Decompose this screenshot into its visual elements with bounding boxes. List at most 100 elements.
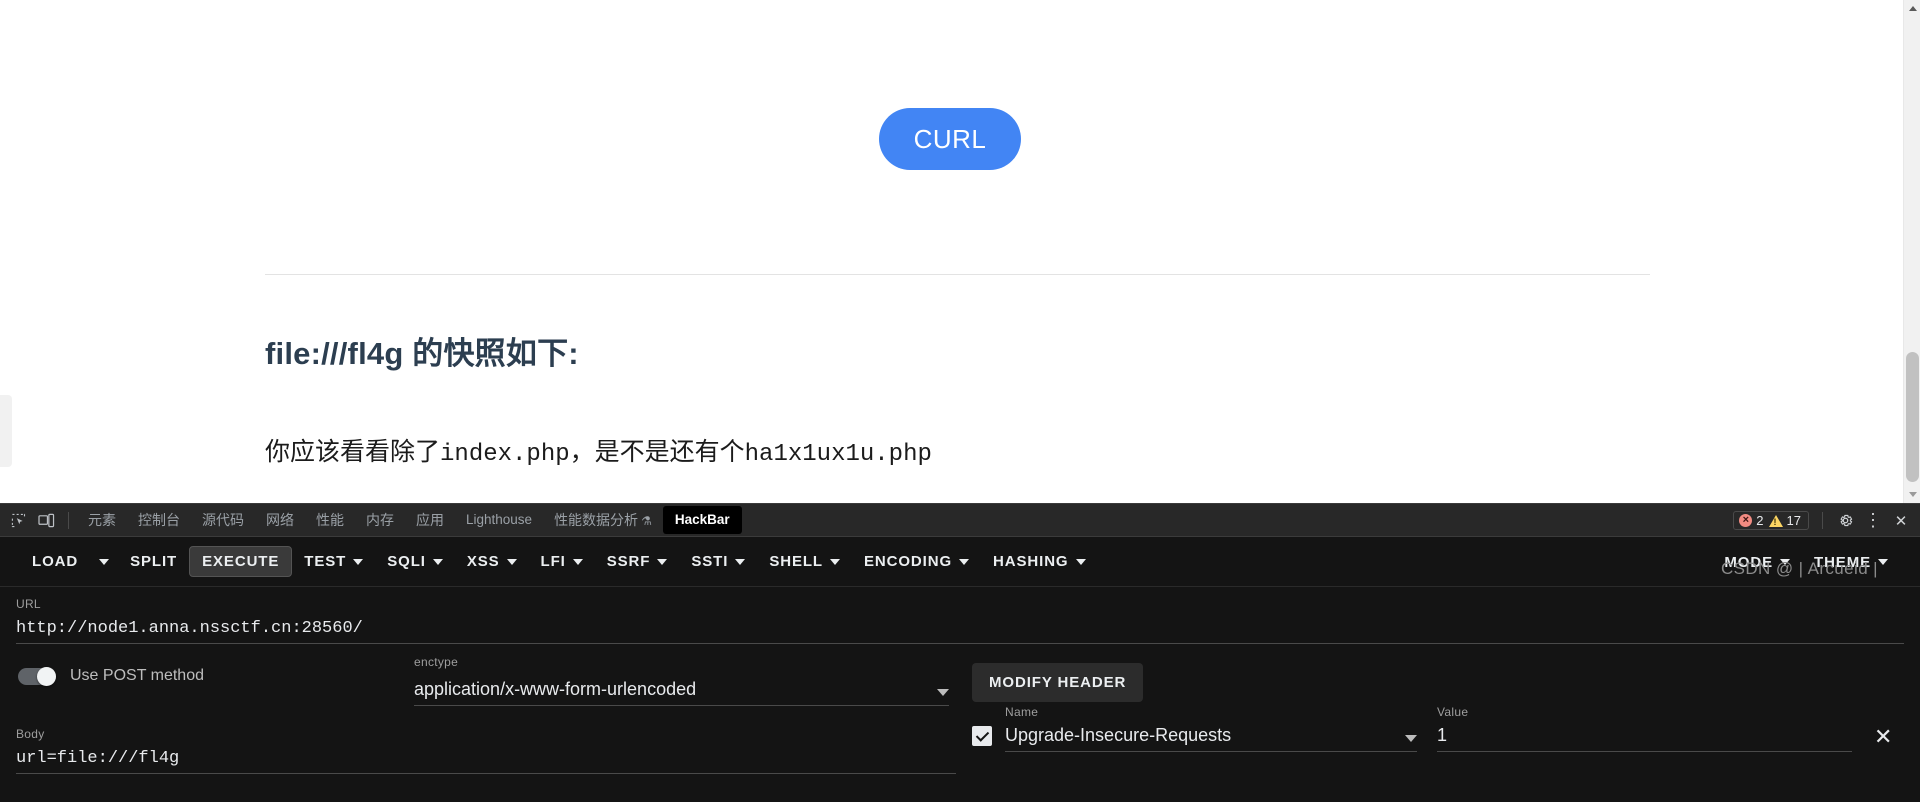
hackbar-ssrf-menu[interactable]: SSRF bbox=[595, 546, 680, 577]
hackbar-test-menu[interactable]: TEST bbox=[292, 546, 375, 577]
chevron-down-icon bbox=[735, 558, 746, 565]
gear-icon[interactable] bbox=[1832, 508, 1858, 534]
hackbar-sqli-label: SQLI bbox=[387, 553, 426, 570]
browser-page-content: CURL file:///fl4g 的快照如下: 你应该看看除了index.ph… bbox=[0, 0, 1920, 503]
header-value-input[interactable]: 1 bbox=[1437, 719, 1852, 752]
chevron-down-icon bbox=[937, 689, 949, 696]
tab-elements[interactable]: 元素 bbox=[77, 507, 127, 534]
more-options-icon[interactable]: ⋮ bbox=[1860, 508, 1886, 534]
curl-button[interactable]: CURL bbox=[879, 108, 1021, 170]
warning-icon bbox=[1768, 514, 1783, 527]
snapshot-text-ha1x1ux1u-php: ha1x1ux1u.php bbox=[744, 441, 932, 468]
hackbar-lfi-menu[interactable]: LFI bbox=[529, 546, 595, 577]
tab-sources[interactable]: 源代码 bbox=[191, 507, 255, 534]
use-post-method-label: Use POST method bbox=[70, 667, 204, 684]
post-toggle-knob bbox=[37, 666, 56, 686]
hackbar-mode-menu[interactable]: MODE bbox=[1712, 547, 1802, 578]
chevron-down-icon bbox=[959, 558, 970, 565]
chevron-down-icon bbox=[829, 558, 840, 565]
url-field-group: URL http://node1.anna.nssctf.cn:28560/ bbox=[16, 597, 1904, 644]
close-devtools-icon[interactable]: ✕ bbox=[1888, 508, 1914, 534]
hackbar-ssti-label: SSTI bbox=[691, 553, 729, 570]
hackbar-ssrf-label: SSRF bbox=[606, 553, 651, 570]
post-toggle-switch[interactable] bbox=[18, 666, 56, 686]
hackbar-execute-button[interactable]: EXECUTE bbox=[189, 546, 293, 577]
hackbar-hashing-menu[interactable]: HASHING bbox=[981, 546, 1097, 577]
remove-header-icon[interactable]: ✕ bbox=[1874, 726, 1892, 748]
scrollbar-thumb[interactable] bbox=[1906, 352, 1919, 482]
enctype-selected-value: application/x-www-form-urlencoded bbox=[414, 679, 697, 699]
snapshot-text-prefix: 你应该看看除了 bbox=[265, 438, 441, 466]
body-field-group: Body url=file:///fl4g bbox=[16, 727, 956, 774]
snapshot-text-middle: ，是不是还有个 bbox=[569, 438, 745, 466]
chevron-down-icon bbox=[432, 558, 443, 565]
chevron-down-icon[interactable] bbox=[1405, 735, 1417, 742]
use-post-method-toggle[interactable]: Use POST method bbox=[18, 666, 204, 686]
tab-performance[interactable]: 性能 bbox=[305, 507, 355, 534]
beta-flask-icon: ⚗ bbox=[641, 513, 652, 528]
hackbar-sqli-menu[interactable]: SQLI bbox=[375, 546, 455, 577]
devtools-panel: 元素 控制台 源代码 网络 性能 内存 应用 Lighthouse 性能数据分析… bbox=[0, 503, 1920, 802]
hackbar-split-button[interactable]: SPLIT bbox=[118, 546, 189, 577]
tab-network[interactable]: 网络 bbox=[255, 507, 305, 534]
hackbar-encoding-menu[interactable]: ENCODING bbox=[852, 546, 981, 577]
page-left-artifact bbox=[0, 395, 12, 467]
device-toolbar-icon[interactable] bbox=[32, 507, 60, 533]
snapshot-body-text: 你应该看看除了index.php，是不是还有个ha1x1ux1u.php bbox=[265, 432, 932, 468]
error-count: 2 bbox=[1756, 513, 1764, 528]
header-value-label: Value bbox=[1437, 705, 1469, 719]
chevron-down-icon bbox=[1878, 559, 1888, 565]
enctype-label: enctype bbox=[414, 655, 459, 669]
hackbar-load-dropdown-icon[interactable] bbox=[90, 552, 118, 572]
scrollbar-down-arrow-icon[interactable] bbox=[1904, 486, 1920, 503]
header-name-group: Name Upgrade-Insecure-Requests bbox=[1005, 705, 1417, 752]
hackbar-xss-label: XSS bbox=[466, 553, 500, 570]
hackbar-toolbar: LOAD SPLIT EXECUTE TEST SQLI XSS LFI SSR… bbox=[0, 537, 1920, 587]
header-name-label: Name bbox=[1005, 705, 1039, 719]
url-label: URL bbox=[16, 597, 41, 611]
chevron-down-icon bbox=[99, 558, 110, 565]
issues-badges[interactable]: × 2 17 bbox=[1733, 511, 1809, 530]
error-icon: × bbox=[1739, 514, 1753, 527]
tab-performance-insights[interactable]: 性能数据分析 ⚗ bbox=[543, 507, 663, 534]
hackbar-xss-menu[interactable]: XSS bbox=[455, 546, 529, 577]
hackbar-theme-label: THEME bbox=[1814, 553, 1871, 571]
devtools-tab-bar: 元素 控制台 源代码 网络 性能 内存 应用 Lighthouse 性能数据分析… bbox=[0, 504, 1920, 537]
hackbar-mode-label: MODE bbox=[1724, 553, 1773, 571]
header-name-input[interactable]: Upgrade-Insecure-Requests bbox=[1005, 719, 1417, 752]
chevron-down-icon bbox=[1075, 558, 1086, 565]
header-name-value: Upgrade-Insecure-Requests bbox=[1005, 725, 1232, 745]
header-enabled-checkbox[interactable] bbox=[972, 726, 992, 746]
scrollbar-up-arrow-icon[interactable] bbox=[1904, 0, 1920, 17]
hackbar-shell-menu[interactable]: SHELL bbox=[757, 546, 852, 577]
tab-hackbar[interactable]: HackBar bbox=[662, 505, 742, 535]
toolbar-divider bbox=[68, 511, 69, 529]
hackbar-shell-label: SHELL bbox=[769, 553, 823, 570]
snapshot-text-index-php: index.php bbox=[440, 441, 570, 468]
hackbar-theme-menu[interactable]: THEME bbox=[1802, 547, 1900, 578]
tab-console[interactable]: 控制台 bbox=[127, 507, 191, 534]
warning-badge[interactable]: 17 bbox=[1768, 513, 1801, 528]
chevron-down-icon bbox=[657, 558, 668, 565]
hackbar-lfi-label: LFI bbox=[540, 553, 566, 570]
hackbar-panel: LOAD SPLIT EXECUTE TEST SQLI XSS LFI SSR… bbox=[0, 537, 1920, 802]
content-divider bbox=[265, 274, 1650, 275]
tab-memory[interactable]: 内存 bbox=[355, 507, 405, 534]
enctype-select[interactable]: application/x-www-form-urlencoded bbox=[414, 669, 949, 706]
page-scrollbar[interactable] bbox=[1903, 0, 1920, 503]
hackbar-hashing-label: HASHING bbox=[993, 553, 1069, 570]
error-badge[interactable]: × 2 bbox=[1739, 513, 1764, 528]
tab-performance-insights-label: 性能数据分析 bbox=[554, 511, 639, 528]
chevron-down-icon bbox=[353, 558, 364, 565]
devtools-toolbar-right: × 2 17 ⋮ ✕ bbox=[1733, 504, 1914, 537]
hackbar-load-button[interactable]: LOAD bbox=[20, 546, 90, 577]
hackbar-ssti-menu[interactable]: SSTI bbox=[679, 546, 757, 577]
inspect-element-icon[interactable] bbox=[4, 507, 32, 533]
modify-header-button[interactable]: MODIFY HEADER bbox=[972, 663, 1144, 702]
url-input[interactable]: http://node1.anna.nssctf.cn:28560/ bbox=[16, 611, 1904, 644]
tab-application[interactable]: 应用 bbox=[405, 507, 455, 534]
body-input[interactable]: url=file:///fl4g bbox=[16, 741, 956, 774]
body-label: Body bbox=[16, 727, 45, 741]
tab-lighthouse[interactable]: Lighthouse bbox=[455, 507, 543, 533]
curl-button-wrapper: CURL bbox=[0, 108, 1900, 170]
